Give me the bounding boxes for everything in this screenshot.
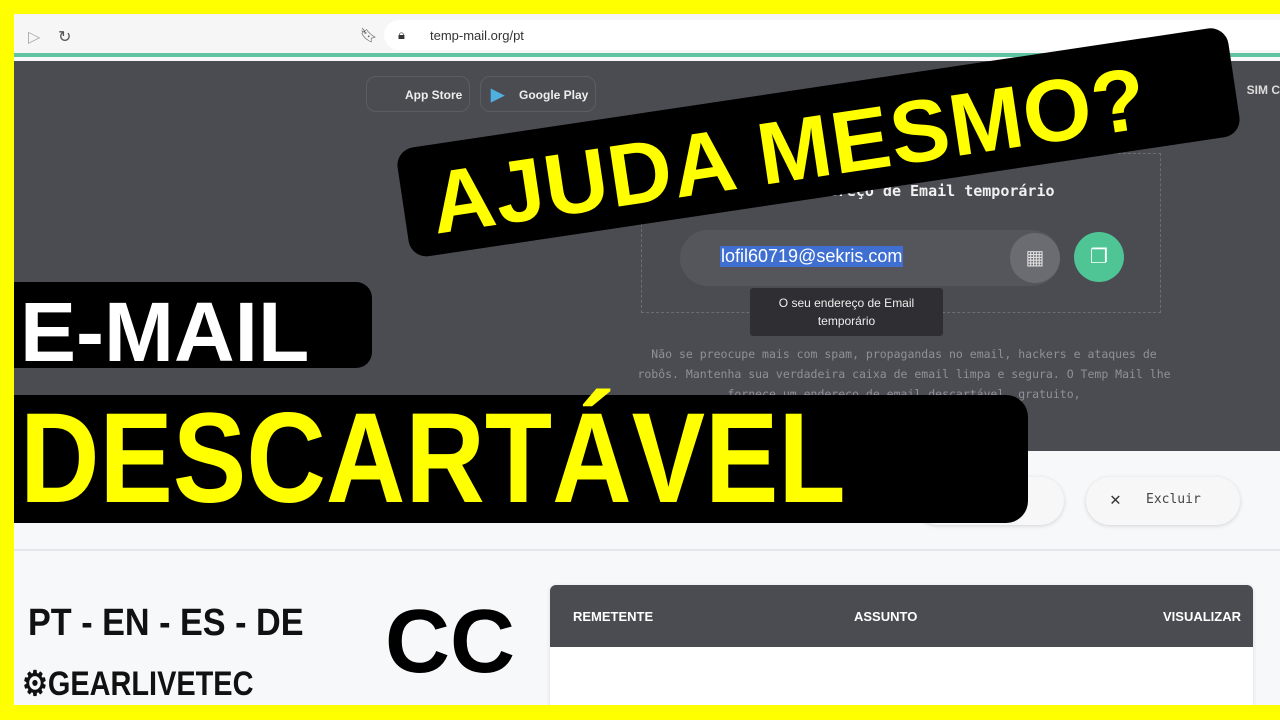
languages: PT - EN - ES - DE	[28, 602, 304, 644]
column-subject: ASSUNTO	[854, 609, 918, 624]
overlay-descartavel: DESCARTÁVEL	[14, 395, 1028, 523]
delete-label: Excluir	[1146, 492, 1201, 507]
column-sender: REMETENTE	[573, 609, 654, 624]
column-view: VISUALIZAR	[1163, 609, 1241, 624]
bookmark-icon[interactable]: 🔖︎	[360, 27, 378, 44]
google-play-button[interactable]: ▶ Google Play	[480, 76, 596, 112]
email-field[interactable]: lofil60719@sekris.com ▦	[680, 230, 1060, 286]
app-store-button[interactable]: App Store	[366, 76, 470, 112]
divider	[14, 549, 1280, 551]
copy-button[interactable]: ❐	[1074, 232, 1124, 282]
google-play-icon: ▶	[491, 85, 505, 104]
app-store-label: App Store	[405, 88, 463, 102]
qr-icon: ▦	[1025, 247, 1045, 269]
close-icon: ✕	[1110, 489, 1121, 510]
delete-button[interactable]: ✕ Excluir	[1086, 477, 1240, 525]
tooltip: O seu endereço de Email temporário	[750, 288, 943, 336]
brand-logo: ⚙GEARLIVETEC	[22, 664, 253, 704]
border-strip	[0, 705, 550, 720]
overlay-descartavel-text: DESCARTÁVEL	[20, 387, 846, 530]
google-play-label: Google Play	[519, 88, 589, 102]
url-text: temp-mail.org/pt	[430, 28, 524, 43]
sim-button[interactable]: SIM C	[1247, 83, 1280, 97]
gear-icon: ⚙	[22, 665, 48, 703]
inbox-header: REMETENTE ASSUNTO VISUALIZAR	[550, 585, 1253, 647]
reload-icon[interactable]: ↻	[58, 27, 71, 47]
brand-name: GEARLIVETEC	[47, 665, 254, 703]
overlay-email: E-MAIL	[14, 282, 372, 379]
inbox-table: REMETENTE ASSUNTO VISUALIZAR	[550, 585, 1253, 705]
play-icon[interactable]: ▷	[28, 27, 40, 47]
copy-icon: ❐	[1090, 246, 1108, 268]
qr-code-button[interactable]: ▦	[1010, 233, 1060, 283]
email-value[interactable]: lofil60719@sekris.com	[720, 246, 904, 267]
lock-icon: 🔒︎	[398, 27, 405, 42]
cc-badge: CC	[385, 592, 515, 692]
